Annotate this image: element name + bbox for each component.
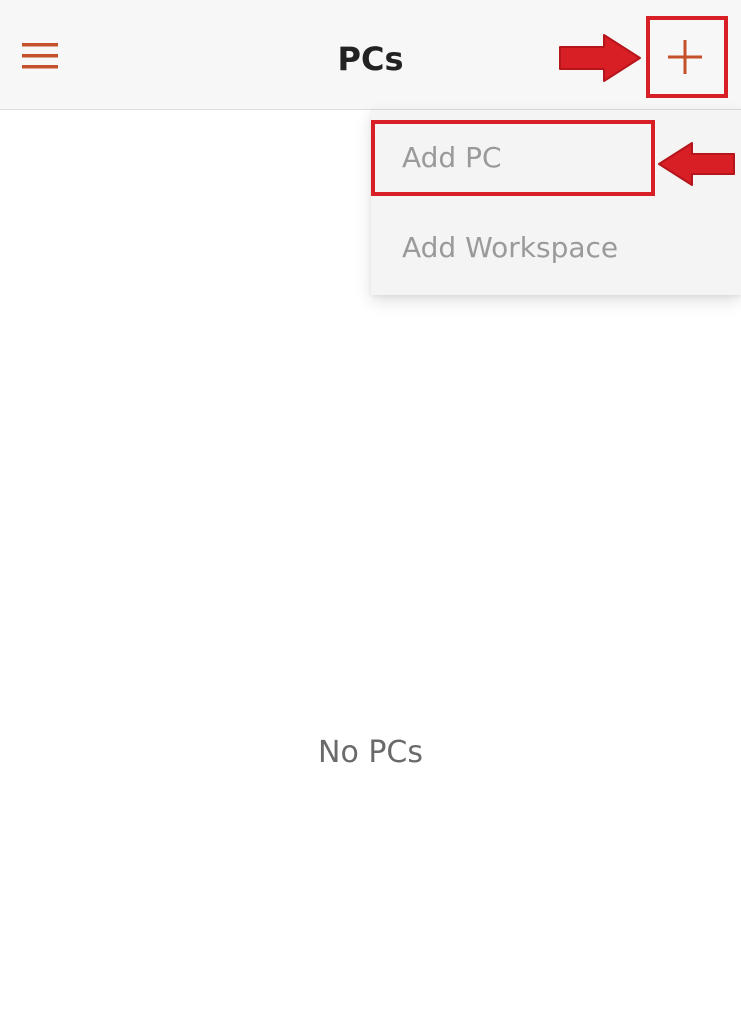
arrow-left-icon [658,142,735,186]
menu-item-label: Add Workspace [402,230,619,264]
add-pc-highlight [371,120,655,196]
menu-item-add-workspace[interactable]: Add Workspace [371,202,741,292]
empty-state-message: No PCs [318,735,423,770]
arrow-right-icon [559,34,641,82]
add-button-highlight [646,16,728,98]
